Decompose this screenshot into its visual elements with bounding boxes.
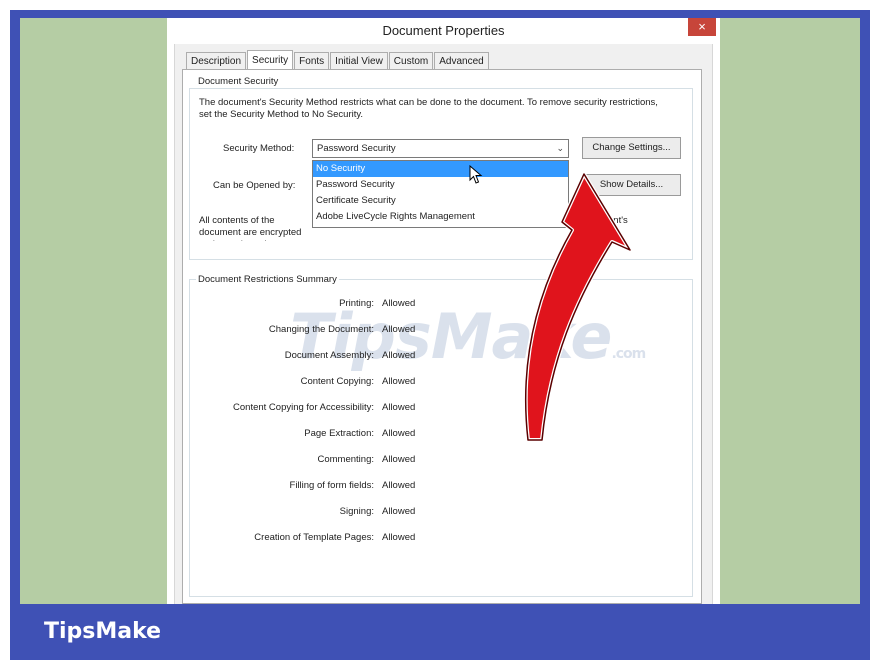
tab-description[interactable]: Description [186, 52, 247, 70]
close-icon: × [698, 19, 706, 34]
tab-strip: Description Security Fonts Initial View … [186, 50, 490, 70]
close-button[interactable]: × [688, 18, 716, 36]
restriction-label: Printing: [339, 298, 374, 309]
restrictions-heading: Document Restrictions Summary [196, 274, 339, 285]
can-be-opened-by-label: Can be Opened by: [213, 180, 296, 191]
metadata-note: All contents of the document are encrypt… [199, 215, 313, 241]
tab-security[interactable]: Security [247, 50, 294, 70]
tab-custom[interactable]: Custom [388, 52, 434, 70]
restriction-value: Allowed [382, 402, 416, 413]
restriction-label: Signing: [339, 506, 374, 517]
restriction-value: Allowed [382, 532, 416, 543]
restriction-value: Allowed [382, 298, 416, 309]
restriction-label: Changing the Document: [268, 324, 374, 335]
tab-initial-view[interactable]: Initial View [330, 52, 388, 70]
restriction-label: Creation of Template Pages: [254, 532, 374, 543]
security-method-value: Password Security [317, 143, 396, 154]
restriction-label: Page Extraction: [304, 428, 374, 439]
restriction-value: Allowed [382, 428, 416, 439]
restriction-value: Allowed [382, 324, 416, 335]
background-left [20, 18, 167, 604]
restriction-value: Allowed [382, 506, 416, 517]
background-right [720, 18, 860, 604]
document-security-heading: Document Security [196, 76, 281, 87]
tab-advanced[interactable]: Advanced [434, 52, 489, 70]
red-arrow-icon [523, 172, 632, 442]
restriction-value: Allowed [382, 350, 416, 361]
restriction-value: Allowed [382, 480, 416, 491]
restriction-value: Allowed [382, 454, 416, 465]
restriction-label: Content Copying: [300, 376, 374, 387]
brand-logo: TipsMake [44, 619, 162, 644]
tab-fonts[interactable]: Fonts [294, 52, 330, 70]
dialog-title: Document Properties [382, 23, 505, 38]
restriction-label: Commenting: [317, 454, 375, 465]
security-description: The document's Security Method restricts… [199, 97, 658, 120]
restriction-value: Allowed [382, 376, 416, 387]
restriction-label: Document Assembly: [284, 350, 374, 361]
title-bar: Document Properties × [167, 18, 720, 44]
restriction-label: Filling of form fields: [289, 480, 374, 491]
security-method-label: Security Method: [223, 143, 295, 154]
restriction-label: Content Copying for Accessibility: [233, 402, 374, 413]
mouse-cursor-icon [469, 165, 483, 184]
